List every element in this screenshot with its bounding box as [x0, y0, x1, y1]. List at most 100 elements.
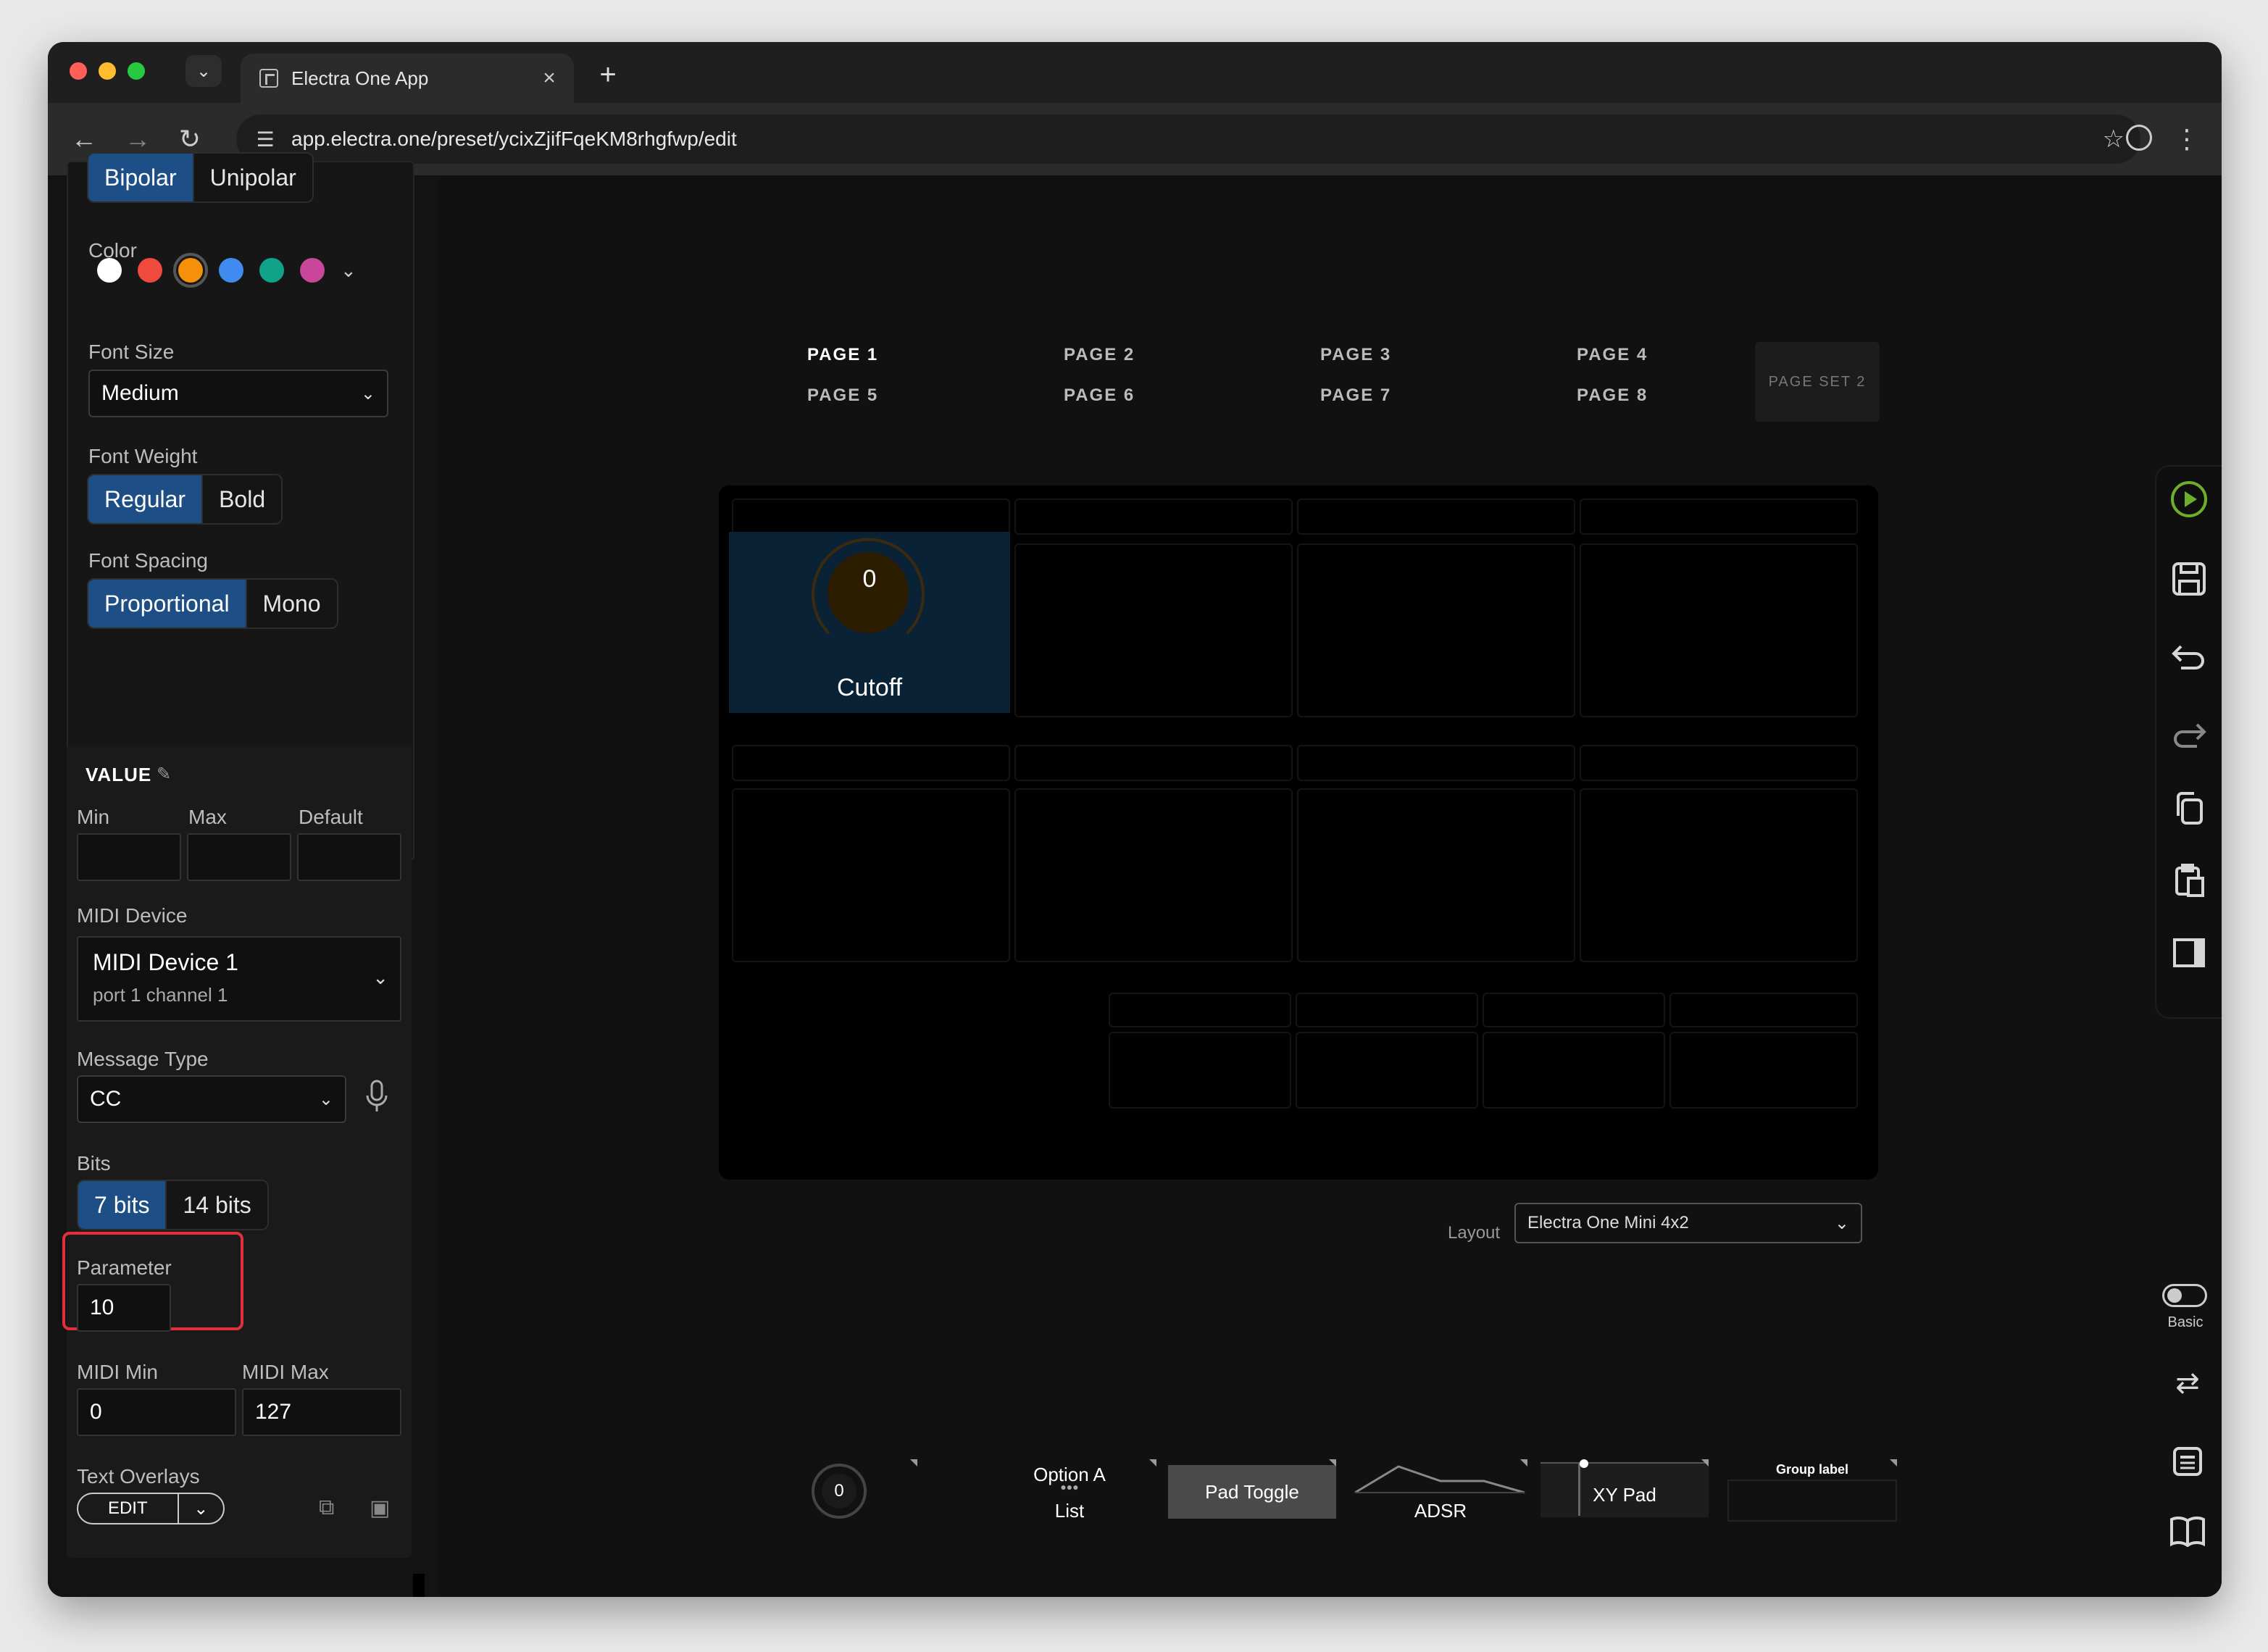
close-window-button[interactable]: [70, 62, 87, 80]
page-tab-6[interactable]: PAGE 6: [1064, 385, 1135, 406]
sidebar-toggle-icon[interactable]: [2167, 930, 2211, 975]
bits-7-option[interactable]: 7 bits: [78, 1181, 166, 1229]
undo-icon[interactable]: [2167, 635, 2211, 680]
microphone-icon[interactable]: [362, 1078, 391, 1114]
chevron-down-icon[interactable]: ⌄: [341, 259, 357, 282]
font-spacing-segmented: Proportional Mono: [87, 578, 338, 629]
group-slot[interactable]: [1014, 498, 1293, 535]
control-slot[interactable]: [1014, 788, 1293, 962]
default-input[interactable]: [297, 833, 401, 881]
tab-close-icon[interactable]: ×: [535, 66, 564, 91]
page-tab-2[interactable]: PAGE 2: [1064, 345, 1135, 365]
save-icon[interactable]: [2167, 556, 2211, 601]
maximize-window-button[interactable]: [128, 62, 145, 80]
page-set-button[interactable]: PAGE SET 2: [1755, 342, 1880, 422]
parameter-input[interactable]: 10: [77, 1284, 171, 1332]
control-slot[interactable]: [1109, 1032, 1291, 1109]
copy-icon[interactable]: [2167, 785, 2211, 830]
palette-group[interactable]: Group label: [1727, 1459, 1897, 1524]
font-spacing-mono-option[interactable]: Mono: [245, 580, 337, 627]
palette-adsr[interactable]: ADSR: [1354, 1459, 1527, 1524]
url-text[interactable]: app.electra.one/preset/ycixZjifFqeKM8rhg…: [291, 128, 2103, 151]
basic-mode-toggle[interactable]: [2162, 1284, 2207, 1307]
group-slot[interactable]: [1296, 993, 1478, 1027]
redo-icon[interactable]: [2167, 713, 2211, 758]
copy-icon[interactable]: ⧉: [319, 1495, 334, 1520]
profile-icon[interactable]: [2126, 125, 2152, 151]
minimize-window-button[interactable]: [99, 62, 116, 80]
paste-icon[interactable]: [2167, 858, 2211, 903]
color-swatch-teal[interactable]: [259, 258, 284, 283]
group-slot[interactable]: [1297, 745, 1575, 781]
message-type-select[interactable]: CC ⌄: [77, 1075, 346, 1123]
palette-knob[interactable]: 0: [801, 1459, 917, 1524]
transfer-arrows-icon[interactable]: ⇄: [2165, 1361, 2210, 1406]
control-slot[interactable]: [1669, 1032, 1858, 1109]
control-slot[interactable]: [1296, 1032, 1478, 1109]
max-input[interactable]: [187, 833, 291, 881]
color-swatch-blue[interactable]: [219, 258, 243, 283]
font-spacing-proportional-option[interactable]: Proportional: [88, 580, 246, 627]
scrollbar-thumb[interactable]: [413, 1574, 425, 1597]
bits-14-option[interactable]: 14 bits: [165, 1181, 267, 1229]
font-size-select[interactable]: Medium ⌄: [88, 370, 388, 417]
page-tab-8[interactable]: PAGE 8: [1577, 385, 1648, 406]
midi-min-input[interactable]: 0: [77, 1388, 236, 1436]
group-slot[interactable]: [732, 498, 1010, 535]
address-bar[interactable]: ☰ app.electra.one/preset/ycixZjifFqeKM8r…: [236, 114, 2140, 164]
mode-bipolar-option[interactable]: Bipolar: [88, 154, 193, 201]
kebab-menu-icon[interactable]: ⋮: [2174, 119, 2200, 159]
bookmark-star-icon[interactable]: ☆: [2103, 125, 2125, 154]
group-slot[interactable]: [1580, 745, 1858, 781]
group-slot[interactable]: [1580, 498, 1858, 535]
chevron-down-icon: ⌄: [1834, 1213, 1849, 1233]
page-tab-4[interactable]: PAGE 4: [1577, 345, 1648, 365]
control-slot[interactable]: [1580, 788, 1858, 962]
palette-xy-pad[interactable]: XY Pad: [1541, 1459, 1709, 1524]
color-swatch-orange[interactable]: [173, 253, 208, 288]
min-input[interactable]: [77, 833, 181, 881]
paste-icon[interactable]: ▣: [370, 1495, 390, 1521]
layout-select[interactable]: Electra One Mini 4x2 ⌄: [1514, 1203, 1862, 1243]
group-slot[interactable]: [1483, 993, 1665, 1027]
mode-segmented: Bipolar Unipolar: [87, 152, 314, 203]
book-icon[interactable]: [2165, 1509, 2210, 1553]
chevron-down-icon[interactable]: ⌄: [177, 1494, 223, 1523]
tab-search-button[interactable]: ⌄: [185, 55, 222, 87]
play-icon[interactable]: [2167, 477, 2211, 522]
default-label: Default: [299, 806, 363, 828]
site-settings-icon[interactable]: ☰: [249, 123, 281, 155]
font-weight-bold-option[interactable]: Bold: [201, 475, 282, 523]
group-slot[interactable]: [1109, 993, 1291, 1027]
palette-pad-toggle[interactable]: Pad Toggle: [1168, 1459, 1336, 1524]
control-slot[interactable]: [1297, 788, 1575, 962]
tab-electra-one[interactable]: Electra One App ×: [241, 54, 574, 103]
calculator-icon[interactable]: [2165, 1439, 2210, 1484]
color-swatch-white[interactable]: [97, 258, 122, 283]
midi-max-input[interactable]: 127: [242, 1388, 401, 1436]
font-weight-regular-option[interactable]: Regular: [88, 475, 202, 523]
mode-unipolar-option[interactable]: Unipolar: [192, 154, 312, 201]
group-slot[interactable]: [732, 745, 1010, 781]
font-weight-segmented: Regular Bold: [87, 474, 283, 525]
edit-button[interactable]: EDIT: [78, 1494, 178, 1523]
palette-list[interactable]: Option A ●●● List: [983, 1459, 1156, 1524]
page-tab-1[interactable]: PAGE 1: [807, 345, 878, 365]
page-tab-7[interactable]: PAGE 7: [1320, 385, 1391, 406]
cutoff-control[interactable]: 0 Cutoff: [729, 532, 1010, 713]
control-slot[interactable]: [1014, 543, 1293, 717]
page-tab-5[interactable]: PAGE 5: [807, 385, 878, 406]
color-swatch-red[interactable]: [138, 258, 162, 283]
group-slot[interactable]: [1014, 745, 1293, 781]
new-tab-button[interactable]: +: [590, 57, 626, 93]
group-slot[interactable]: [1669, 993, 1858, 1027]
page-tab-3[interactable]: PAGE 3: [1320, 345, 1391, 365]
control-slot[interactable]: [1483, 1032, 1665, 1109]
control-slot[interactable]: [1297, 543, 1575, 717]
pencil-icon[interactable]: ✎: [157, 764, 171, 785]
group-slot[interactable]: [1297, 498, 1575, 535]
color-swatch-pink[interactable]: [300, 258, 325, 283]
control-slot[interactable]: [1580, 543, 1858, 717]
midi-device-select[interactable]: MIDI Device 1 port 1 channel 1 ⌄: [77, 936, 401, 1022]
control-slot[interactable]: [732, 788, 1010, 962]
